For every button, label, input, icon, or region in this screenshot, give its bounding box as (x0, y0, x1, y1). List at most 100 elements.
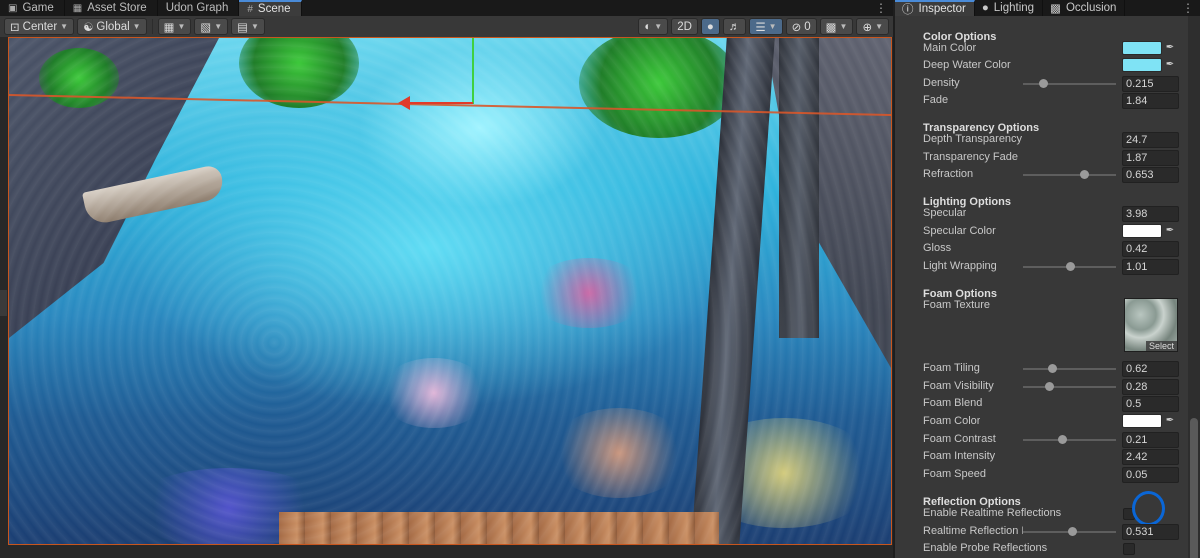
eye-hidden-icon: ⊘ (791, 21, 802, 34)
tab-lighting[interactable]: ● Lighting (975, 0, 1044, 16)
enable-probe-reflections-checkbox[interactable] (1123, 543, 1135, 555)
tab-scene[interactable]: # Scene (239, 0, 302, 16)
chevron-down-icon: ▼ (214, 22, 223, 31)
scene-audio-toggle[interactable]: ♬ (722, 18, 747, 35)
tab-asset-store[interactable]: ▦ Asset Store (65, 0, 158, 16)
tab-inspector[interactable]: ⓘ Inspector (895, 0, 975, 16)
move-gizmo-y-axis[interactable] (472, 38, 474, 104)
camera-icon: ▩ (825, 21, 837, 34)
scene-lighting-toggle[interactable]: ● (700, 18, 720, 35)
eyedropper-icon[interactable]: ✒ (1163, 414, 1177, 428)
enable-probe-reflections-row: Enable Probe Reflections (923, 541, 1185, 557)
transparency-fade-field[interactable]: 1.87 (1122, 150, 1179, 166)
scene-viewport[interactable] (8, 37, 892, 545)
light-wrapping-slider-knob[interactable] (1065, 262, 1075, 271)
foam-visibility-field[interactable]: 0.28 (1122, 379, 1179, 395)
light-wrapping-field[interactable]: 1.01 (1122, 259, 1179, 275)
specular-color-swatch[interactable] (1122, 224, 1162, 238)
scene-tabbar: ▣ Game ▦ Asset Store Udon Graph # Scene … (0, 0, 893, 16)
scene-effects-dropdown[interactable]: ☰ ▼ (749, 18, 783, 35)
specular-label: Specular (923, 207, 967, 219)
draw-mode-dropdown[interactable]: ◐ ▼ (638, 18, 669, 35)
tab-label: Udon Graph (165, 2, 229, 14)
foam-tiling-field[interactable]: 0.62 (1122, 361, 1179, 377)
fade-row: Fade 1.84 (923, 93, 1185, 109)
chevron-down-icon: ▼ (60, 22, 69, 31)
specular-row: Specular 3.98 (923, 206, 1185, 222)
specular-field[interactable]: 3.98 (1122, 206, 1179, 222)
move-gizmo-x-arrow-icon[interactable] (398, 96, 410, 110)
tab-label: Lighting (993, 2, 1035, 14)
texture-select-button[interactable]: Select (1145, 341, 1177, 351)
foam-contrast-slider-knob[interactable] (1058, 435, 1068, 444)
eyedropper-icon[interactable]: ✒ (1163, 58, 1177, 72)
fade-field[interactable]: 1.84 (1122, 93, 1179, 109)
highlight-annotation-circle (1132, 491, 1165, 526)
chevron-down-icon: ▼ (875, 22, 883, 31)
move-gizmo-x-axis[interactable] (409, 102, 473, 104)
foam-color-row: Foam Color ✒ (923, 414, 1185, 430)
foam-speed-field[interactable]: 0.05 (1122, 467, 1179, 483)
foam-visibility-slider-knob[interactable] (1045, 382, 1055, 391)
foam-tiling-slider[interactable] (1023, 368, 1116, 370)
more-options-icon[interactable]: ⋮ (869, 0, 893, 16)
deep-water-color-swatch[interactable] (1122, 58, 1162, 72)
bulb-icon: ● (981, 2, 989, 14)
refraction-slider[interactable] (1023, 174, 1116, 176)
chevron-down-icon: ▼ (654, 22, 663, 31)
transparency-fade-row: Transparency Fade 1.87 (923, 150, 1185, 166)
pivot-space-label: Global (96, 20, 130, 33)
eyedropper-icon[interactable]: ✒ (1163, 41, 1177, 55)
foam-texture-label: Foam Texture (923, 299, 991, 311)
tab-game[interactable]: ▣ Game (0, 0, 65, 16)
gamepad-icon: ▣ (8, 2, 18, 14)
increment-snap-button[interactable]: ▤ ▼ (231, 18, 265, 35)
specular-color-label: Specular Color (923, 225, 996, 237)
foam-intensity-label: Foam Intensity (923, 450, 996, 462)
scene-water-surface (9, 38, 891, 544)
density-slider[interactable] (1023, 83, 1116, 85)
density-slider-knob[interactable] (1038, 79, 1048, 88)
scene-visibility-toggle[interactable]: ⊘ 0 (785, 18, 817, 35)
occlusion-icon: ▩ (1050, 3, 1061, 15)
realtime-reflection-intensity-field[interactable]: 0.531 (1122, 524, 1179, 540)
scene-camera-dropdown[interactable]: ▩ ▼ (819, 18, 854, 35)
depth-transparency-field[interactable]: 24.7 (1122, 132, 1179, 148)
grid-visibility-button[interactable]: ▧ ▼ (194, 18, 229, 35)
chevron-down-icon: ▼ (251, 22, 259, 31)
light-wrapping-row: Light Wrapping 1.01 (923, 259, 1185, 275)
refraction-field[interactable]: 0.653 (1122, 167, 1179, 183)
deep-water-color-row: Deep Water Color ✒ (923, 58, 1185, 74)
foam-texture-slot[interactable]: Select (1124, 298, 1178, 352)
foam-visibility-slider[interactable] (1023, 386, 1116, 388)
gizmos-dropdown[interactable]: ⊕ ▼ (856, 18, 889, 35)
more-options-icon[interactable]: ⋮ (1176, 0, 1200, 16)
grid-snap-button[interactable]: ▦ ▼ (157, 18, 192, 35)
realtime-reflection-intensity-slider-knob[interactable] (1068, 527, 1078, 536)
scrollbar-thumb[interactable] (1190, 418, 1198, 558)
panel-resize-handle[interactable] (0, 290, 7, 316)
density-field[interactable]: 0.215 (1122, 76, 1179, 92)
toggle-2d-button[interactable]: 2D (671, 18, 698, 35)
inspector-scrollbar[interactable] (1188, 16, 1200, 558)
grid-snap-icon: ▦ (163, 21, 175, 34)
tab-udon-graph[interactable]: Udon Graph (158, 0, 240, 16)
foam-intensity-field[interactable]: 2.42 (1122, 449, 1179, 465)
audio-icon: ♬ (728, 20, 741, 33)
foam-speed-row: Foam Speed 0.05 (923, 467, 1185, 483)
foam-color-swatch[interactable] (1122, 414, 1162, 428)
foam-tiling-slider-knob[interactable] (1047, 364, 1057, 373)
refraction-slider-knob[interactable] (1079, 170, 1089, 179)
main-color-swatch[interactable] (1122, 41, 1162, 55)
foam-speed-label: Foam Speed (923, 468, 986, 480)
gloss-field[interactable]: 0.42 (1122, 241, 1179, 257)
foam-contrast-slider[interactable] (1023, 439, 1116, 441)
foam-contrast-field[interactable]: 0.21 (1122, 432, 1179, 448)
tab-label: Occlusion (1065, 2, 1117, 14)
chevron-down-icon: ▼ (768, 22, 777, 31)
tab-occlusion[interactable]: ▩ Occlusion (1043, 0, 1126, 16)
foam-blend-field[interactable]: 0.5 (1122, 396, 1179, 412)
pivot-mode-dropdown[interactable]: ⊡ Center ▼ (4, 18, 75, 35)
pivot-space-dropdown[interactable]: ☯ Global ▼ (77, 18, 147, 35)
eyedropper-icon[interactable]: ✒ (1163, 224, 1177, 238)
